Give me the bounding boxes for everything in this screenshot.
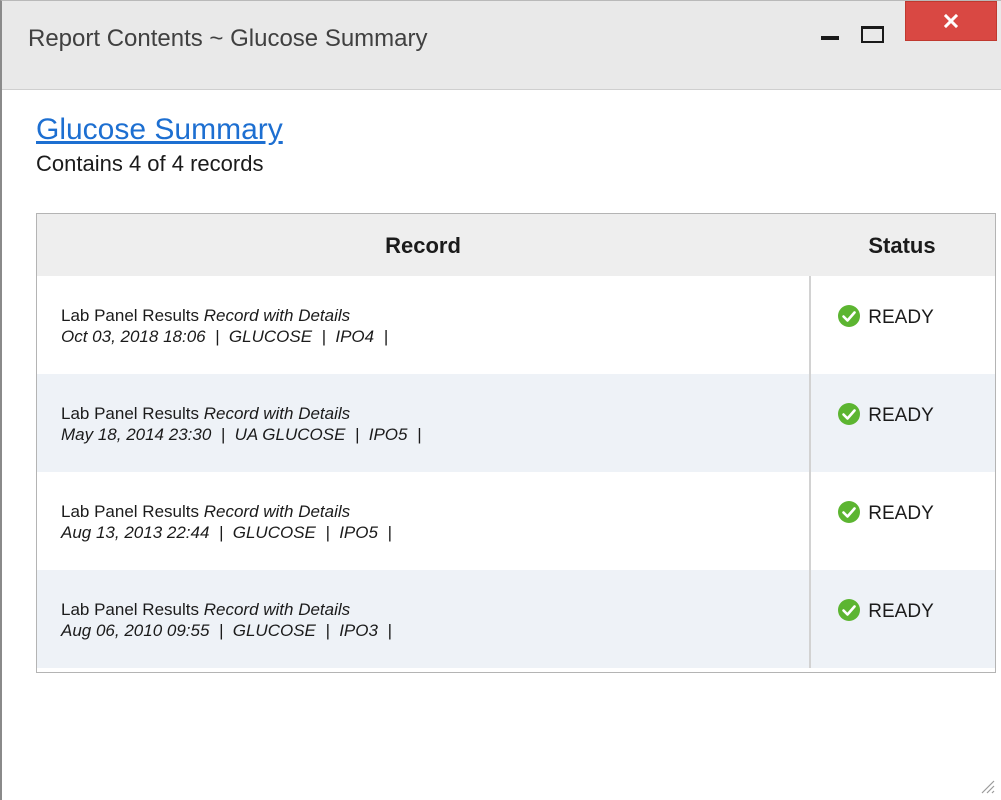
record-count-text: Contains 4 of 4 records — [36, 151, 264, 176]
record-title: Lab Panel Results Record with Details — [61, 404, 350, 424]
table-row[interactable]: Lab Panel Results Record with Details Au… — [37, 472, 995, 570]
record-site: IPO3 — [339, 621, 378, 640]
report-title-link[interactable]: Glucose Summary — [36, 113, 283, 147]
record-detail-label: Record with Details — [203, 404, 351, 423]
record-meta: May 18, 2014 23:30 | UA GLUCOSE | IPO5 | — [61, 425, 422, 444]
close-icon — [944, 14, 958, 28]
record-title: Lab Panel Results Record with Details — [61, 502, 350, 522]
status-badge: READY — [837, 598, 934, 623]
record-site: IPO5 — [339, 523, 378, 542]
record-type: Lab Panel Results — [61, 306, 199, 325]
status-text: READY — [868, 405, 934, 426]
table-header: Record Status — [37, 214, 995, 276]
table-row[interactable]: Lab Panel Results Record with Details Au… — [37, 570, 995, 668]
records-table: Record Status Lab Panel Results Record w… — [36, 213, 996, 673]
column-header-record[interactable]: Record — [37, 233, 809, 259]
title-bar[interactable]: Report Contents ~ Glucose Summary — [2, 1, 1001, 90]
record-date: May 18, 2014 23:30 — [61, 425, 212, 444]
check-circle-icon — [838, 501, 860, 523]
close-button[interactable] — [905, 1, 997, 41]
status-badge: READY — [837, 500, 934, 525]
table-row[interactable]: Lab Panel Results Record with Details Ma… — [37, 374, 995, 472]
status-text: READY — [868, 307, 934, 328]
report-contents-window: Report Contents ~ Glucose Summary Glucos… — [0, 0, 1001, 800]
table-row[interactable]: Lab Panel Results Record with Details Oc… — [37, 276, 995, 374]
column-header-status[interactable]: Status — [809, 233, 995, 259]
record-test: UA GLUCOSE — [234, 425, 346, 444]
record-meta: Aug 13, 2013 22:44 | GLUCOSE | IPO5 | — [61, 523, 392, 542]
minimize-icon — [821, 36, 839, 40]
column-divider — [809, 374, 811, 472]
check-circle-icon — [838, 403, 860, 425]
check-circle-icon — [838, 305, 860, 327]
record-site: IPO5 — [368, 425, 408, 444]
record-detail-label: Record with Details — [203, 306, 351, 325]
status-badge: READY — [837, 304, 934, 329]
status-text: READY — [868, 601, 934, 622]
record-date: Aug 06, 2010 09:55 — [61, 621, 210, 640]
record-meta: Aug 06, 2010 09:55 | GLUCOSE | IPO3 | — [61, 621, 392, 640]
record-test: GLUCOSE — [232, 621, 316, 640]
maximize-button[interactable] — [850, 1, 898, 43]
record-test: GLUCOSE — [228, 327, 313, 346]
check-circle-icon — [838, 599, 860, 621]
window-title: Report Contents ~ Glucose Summary — [28, 25, 428, 52]
record-title: Lab Panel Results Record with Details — [61, 600, 350, 620]
column-divider — [809, 472, 811, 570]
maximize-icon — [861, 26, 884, 43]
record-detail-label: Record with Details — [203, 600, 351, 619]
column-divider — [809, 570, 811, 668]
resize-grip-icon[interactable] — [977, 776, 995, 794]
minimize-button[interactable] — [810, 1, 850, 43]
record-site: IPO4 — [335, 327, 375, 346]
record-meta: Oct 03, 2018 18:06 | GLUCOSE | IPO4 | — [61, 327, 388, 346]
record-type: Lab Panel Results — [61, 502, 199, 521]
column-divider — [809, 276, 811, 374]
record-type: Lab Panel Results — [61, 404, 199, 423]
record-test: GLUCOSE — [232, 523, 316, 542]
report-header: Glucose Summary Contains 4 of 4 records — [36, 113, 283, 177]
record-detail-label: Record with Details — [203, 502, 351, 521]
status-text: READY — [868, 503, 934, 524]
record-date: Oct 03, 2018 18:06 — [61, 327, 206, 346]
record-date: Aug 13, 2013 22:44 — [61, 523, 210, 542]
status-badge: READY — [837, 402, 934, 427]
record-title: Lab Panel Results Record with Details — [61, 306, 350, 326]
record-type: Lab Panel Results — [61, 600, 199, 619]
